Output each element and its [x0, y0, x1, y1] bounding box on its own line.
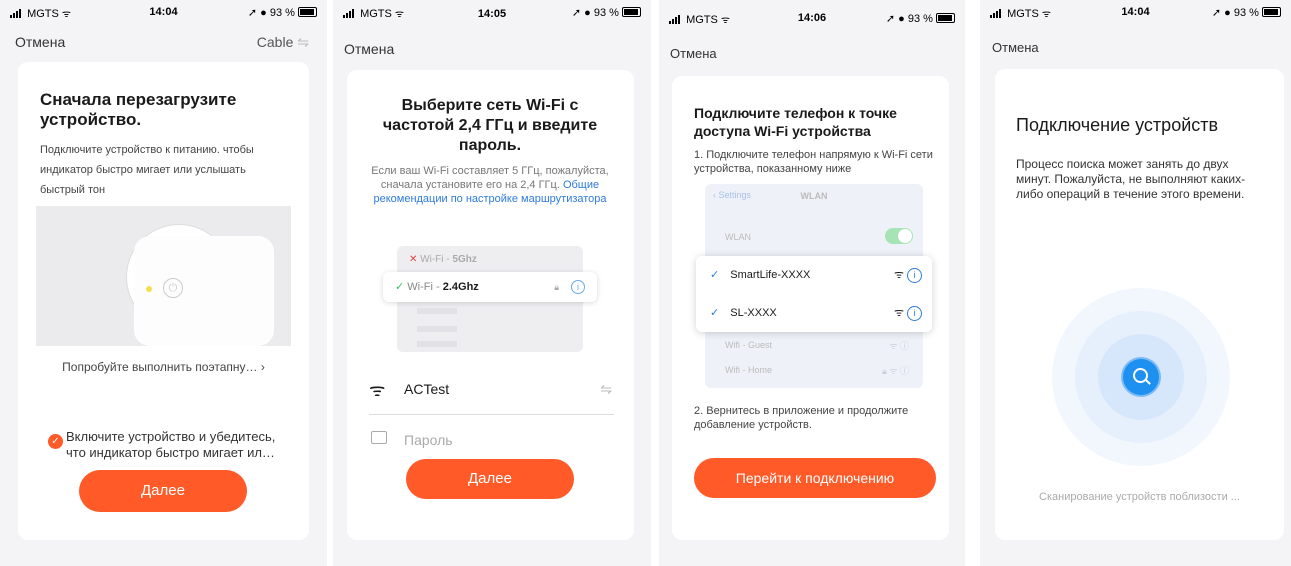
- screen-select-wifi: MGTS ᯤ 14:05 ➚ ● 93 % Отмена Выберите се…: [333, 0, 651, 566]
- wifi-icon: ᯤ ⓘ: [889, 341, 909, 351]
- search-icon: [1123, 359, 1159, 395]
- wifi-icon: ᯤ: [369, 380, 386, 400]
- cable-label: Cable: [256, 34, 294, 50]
- cancel-button[interactable]: Отмена: [15, 34, 65, 50]
- cancel-button[interactable]: Отмена: [344, 41, 394, 57]
- wifi-icon: ᯤ: [893, 269, 904, 281]
- page-title: Сначала перезагрузите устройство.: [40, 90, 237, 129]
- step2-text: 2. Вернитесь в приложение и продолжите д…: [694, 405, 909, 431]
- status-bar: MGTS ᯤ 14:04 ➚ ● 93 %: [980, 6, 1291, 20]
- confirm-label: Включите устройство и убедитесь, что инд…: [66, 429, 276, 460]
- cross-icon: ✕: [409, 254, 418, 265]
- indicator-led-icon: [146, 286, 152, 292]
- go-to-connection-button[interactable]: Перейти к подключению: [694, 458, 936, 498]
- wifi-icon: ᯤ: [893, 307, 904, 319]
- check-icon: ✓: [395, 281, 405, 293]
- status-bar: MGTS ᯤ 14:05 ➚ ● 93 %: [333, 6, 651, 20]
- battery-label: 93 %: [593, 7, 619, 19]
- battery-icon: [298, 7, 317, 17]
- page-title: Подключите телефон к точке доступа Wi-Fi…: [694, 105, 897, 139]
- screen-connect-hotspot: MGTS ᯤ 14:06 ➚ ● 93 % Отмена Подключите …: [659, 0, 965, 566]
- info-icon: i: [907, 268, 922, 283]
- battery-label: 93 %: [907, 13, 933, 25]
- lock-icon: 🔒︎: [554, 282, 559, 292]
- instruction-text: Если ваш Wi-Fi составляет 5 ГГц, пожалуй…: [371, 165, 609, 205]
- check-icon: ✓: [51, 436, 60, 447]
- location-icon: ➚: [885, 13, 896, 25]
- instruction-text: Процесс поиска может занять до двух мину…: [1016, 157, 1246, 201]
- location-icon: ➚: [247, 7, 258, 19]
- cable-mode-button[interactable]: Cable ⇋: [257, 34, 309, 51]
- battery-label: 93 %: [1233, 7, 1259, 19]
- device-illustration: ⏻: [36, 206, 291, 346]
- info-icon: i: [571, 280, 585, 294]
- battery-icon: [622, 7, 641, 17]
- alarm-icon: ●: [584, 7, 591, 19]
- toggle-switch: [885, 228, 913, 244]
- location-icon: ➚: [1211, 7, 1222, 19]
- power-icon: ⏻: [163, 278, 183, 298]
- battery-icon: [936, 13, 955, 23]
- next-button[interactable]: Далее: [406, 459, 574, 499]
- wifi-card: Выберите сеть Wi-Fi с частотой 2,4 ГГц и…: [347, 70, 634, 540]
- location-icon: ➚: [571, 7, 582, 19]
- status-bar: MGTS ᯤ 14:04 ➚ ● 93 %: [0, 6, 327, 20]
- alarm-icon: ●: [260, 7, 267, 19]
- step-by-step-link[interactable]: Попробуйте выполнить поэтапну… ›: [18, 360, 309, 374]
- check-icon: ✓: [710, 269, 720, 281]
- battery-label: 93 %: [269, 7, 295, 19]
- alarm-icon: ●: [1224, 7, 1231, 19]
- network-list-popup: ✓ SmartLife-XXXX ᯤ i ✓ SL-XXXX ᯤ i: [696, 256, 932, 332]
- instruction-text: Подключите устройство к питанию. чтобы и…: [40, 144, 254, 196]
- network-item[interactable]: ✓ SmartLife-XXXX ᯤ i: [696, 256, 932, 294]
- hotspot-card: Подключите телефон к точке доступа Wi-Fi…: [672, 76, 949, 540]
- page-title: Подключение устройств: [1016, 115, 1219, 135]
- next-button[interactable]: Далее: [79, 470, 247, 512]
- page-title: Выберите сеть Wi-Fi с частотой 2,4 ГГц и…: [382, 97, 598, 154]
- ssid-input[interactable]: ACTest: [404, 381, 449, 397]
- reboot-card: Сначала перезагрузите устройство. Подклю…: [18, 62, 309, 540]
- wifi-24-option: ✓ Wi-Fi - 2.4Ghz 🔒︎ i: [383, 272, 597, 302]
- battery-icon: [1262, 7, 1281, 17]
- screen-searching-devices: MGTS ᯤ 14:04 ➚ ● 93 % Отмена Подключение…: [980, 0, 1291, 566]
- switch-network-icon[interactable]: ⇋: [600, 381, 612, 398]
- cancel-button[interactable]: Отмена: [992, 40, 1039, 55]
- ssid-divider: [369, 414, 614, 415]
- step-link-label: Попробуйте выполнить поэтапну…: [62, 360, 258, 374]
- chevron-right-icon: ›: [260, 360, 265, 374]
- search-card: Подключение устройств Процесс поиска мож…: [995, 69, 1284, 540]
- swap-icon: ⇋: [297, 34, 309, 50]
- screen-reboot-device: MGTS ᯤ 14:04 ➚ ● 93 % Отмена Cable ⇋ Сна…: [0, 0, 327, 566]
- status-bar: MGTS ᯤ 14:06 ➚ ● 93 %: [659, 12, 965, 26]
- alarm-icon: ●: [898, 13, 905, 25]
- step1-text: 1. Подключите телефон напрямую к Wi-Fi с…: [694, 149, 933, 175]
- info-icon: i: [907, 306, 922, 321]
- confirm-checkbox[interactable]: ✓: [48, 434, 63, 449]
- password-input[interactable]: Пароль: [404, 432, 453, 448]
- check-icon: ✓: [710, 307, 720, 319]
- network-item[interactable]: ✓ SL-XXXX ᯤ i: [696, 294, 932, 332]
- scanning-status: Сканирование устройств поблизости ...: [1039, 491, 1240, 503]
- lock-icon: [371, 431, 387, 444]
- wifi-icon: 🔒︎ ᯤ ⓘ: [881, 366, 909, 376]
- cancel-button[interactable]: Отмена: [670, 46, 717, 61]
